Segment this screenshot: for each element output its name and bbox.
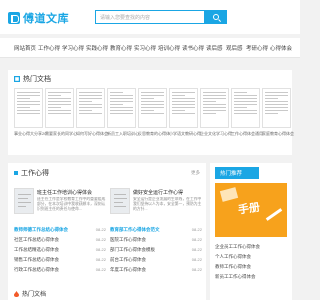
sidebar-list: 企业员工工作心得体会 个人工作心得体会 教师工作心得体会 新员工工作心得体会 [215, 242, 287, 282]
doc-thumbnail[interactable] [262, 88, 291, 128]
nav-item[interactable]: 读后感 [206, 44, 223, 52]
list-item[interactable]: 教育部工作心得体会范文 08-22 [110, 225, 202, 235]
book-icon [219, 187, 239, 202]
doc-caption[interactable]: 需要家长的同学心得 [45, 131, 77, 137]
hot-docs-section: 热门文档 事业心得大分享2022年 需要家长的同学心得 如何写好心得体会范文 新… [8, 70, 294, 155]
doc-caption[interactable]: 反思教育的心得体会 [138, 131, 170, 137]
nav-item[interactable]: 培训心得 [158, 44, 180, 52]
article-card[interactable]: 班主任工作培训心得体会 班主任工作是学校教育工作中的重要组成部分，在本次培训中我… [14, 188, 108, 218]
sidebar-item[interactable]: 新员工工作心得体会 [215, 272, 287, 282]
sidebar-item[interactable]: 个人工作心得体会 [215, 252, 287, 262]
logo-icon [8, 12, 20, 24]
doc-thumbnail[interactable] [76, 88, 105, 128]
pen-icon [265, 208, 283, 221]
logo-text: 傅道文库 [23, 13, 69, 25]
list-item[interactable]: 前台工作心得体会 08-22 [110, 255, 202, 265]
nav-item[interactable]: 教育心得 [110, 44, 132, 52]
doc-thumbnail[interactable] [200, 88, 229, 128]
article-title[interactable]: 班主任工作培训心得体会 [37, 189, 92, 196]
search-input[interactable]: 请输入您要查找的内容 [95, 10, 205, 24]
doc-thumbnail[interactable] [169, 88, 198, 128]
article-title[interactable]: 做好安全运行工作心得 [133, 189, 183, 196]
banner-text: 手册 [237, 201, 261, 217]
section-icon [14, 171, 18, 175]
doc-thumbnail[interactable] [45, 88, 74, 128]
search-icon [213, 14, 219, 20]
bottom-title: 热门文档 [14, 289, 46, 298]
article-desc: 安全运行是企业发展的生命线，在工作中我们坚持以人为本，安全第一，预防为主的方针.… [133, 197, 202, 211]
sidebar-title: 热门推荐 [215, 167, 259, 179]
nav-item[interactable]: 学习心得 [62, 44, 84, 52]
doc-thumbnail[interactable] [107, 88, 136, 128]
doc-caption[interactable]: 如何写好心得体会范文 [76, 131, 108, 137]
nav-item[interactable]: 工作心得 [38, 44, 60, 52]
doc-thumbnail[interactable] [231, 88, 260, 128]
doc-caption[interactable]: 事业心得大分享2022年 [14, 131, 46, 137]
nav-item[interactable]: 考研心得 [246, 44, 268, 52]
list-item[interactable]: 教师师德工作总结心得体会 08-22 [14, 225, 106, 235]
list-item[interactable]: 社区工作总结心得体会 08-22 [14, 235, 106, 245]
article-list-left: 教师师德工作总结心得体会 08-22 社区工作总结心得体会 08-22 工作总结精选… [14, 225, 106, 275]
article-thumbnail [110, 188, 130, 214]
doc-caption[interactable]: 家庭教育心得体会 [262, 131, 294, 137]
nav-item[interactable]: 实习心得 [134, 44, 156, 52]
sidebar-item[interactable]: 企业员工工作心得体会 [215, 242, 287, 252]
doc-thumbnails: 事业心得大分享2022年 需要家长的同学心得 如何写好心得体会范文 新员工入职培… [14, 88, 294, 143]
hot-docs-title: 热门文档 [14, 74, 51, 84]
nav-item[interactable]: 读书心得 [182, 44, 204, 52]
work-title: 工作心得 [14, 168, 49, 178]
article-desc: 班主任工作是学校教育工作中的重要组成部分，在本次培训中我收获颇丰，深刻认识到班主… [37, 197, 106, 211]
nav-item[interactable]: 网站首页 [14, 44, 36, 52]
list-item[interactable]: 医院工作心得体会 08-22 [110, 235, 202, 245]
bottom-hot-docs: 热门文档 [8, 286, 206, 300]
promo-banner[interactable]: 手册 [215, 183, 287, 237]
search-button[interactable] [205, 10, 227, 24]
doc-caption[interactable]: 企业文化学习心得体会 [200, 131, 232, 137]
hot-icon [14, 76, 20, 82]
doc-thumbnail[interactable] [138, 88, 167, 128]
list-item[interactable]: 行政工作总结心得体会 08-22 [14, 265, 106, 275]
fire-icon [14, 290, 19, 297]
article-card[interactable]: 做好安全运行工作心得 安全运行是企业发展的生命线，在工作中我们坚持以人为本，安全… [110, 188, 204, 218]
nav-item[interactable]: 实践心得 [86, 44, 108, 52]
main-nav: 网站首页 工作心得 学习心得 实践心得 教育心得 实习心得 培训心得 读书心得 … [0, 38, 300, 58]
sidebar-item[interactable]: 教师工作心得体会 [215, 262, 287, 272]
more-link[interactable]: 更多 [191, 170, 200, 176]
logo[interactable]: 傅道文库 [8, 10, 69, 26]
doc-caption[interactable]: 新员工入职培训心得 [107, 131, 139, 137]
article-thumbnail [14, 188, 34, 214]
header: 傅道文库 请输入您要查找的内容 [0, 0, 300, 34]
doc-caption[interactable]: 小学语文教研心得体会 [169, 131, 201, 137]
article-list-right: 教育部工作心得体会范文 08-22 医院工作心得体会 08-22 部门工作心得体会模… [110, 225, 202, 275]
list-item[interactable]: 工作总结精选心得体会 08-22 [14, 245, 106, 255]
doc-thumbnail[interactable] [14, 88, 43, 128]
sidebar: 热门推荐 手册 企业员工工作心得体会 个人工作心得体会 教师工作心得体会 新员工… [210, 163, 292, 300]
nav-item[interactable]: 心得体会 [270, 44, 292, 52]
nav-item[interactable]: 观后感 [226, 44, 243, 52]
list-item[interactable]: 年度工作心得体会 08-22 [110, 265, 202, 275]
doc-caption[interactable]: 工作心得体会通用范文 [231, 131, 263, 137]
work-section: 工作心得 更多 班主任工作培训心得体会 班主任工作是学校教育工作中的重要组成部分… [8, 163, 206, 286]
list-item[interactable]: 销售工作总结心得体会 08-22 [14, 255, 106, 265]
list-item[interactable]: 部门工作心得体会模板 08-22 [110, 245, 202, 255]
